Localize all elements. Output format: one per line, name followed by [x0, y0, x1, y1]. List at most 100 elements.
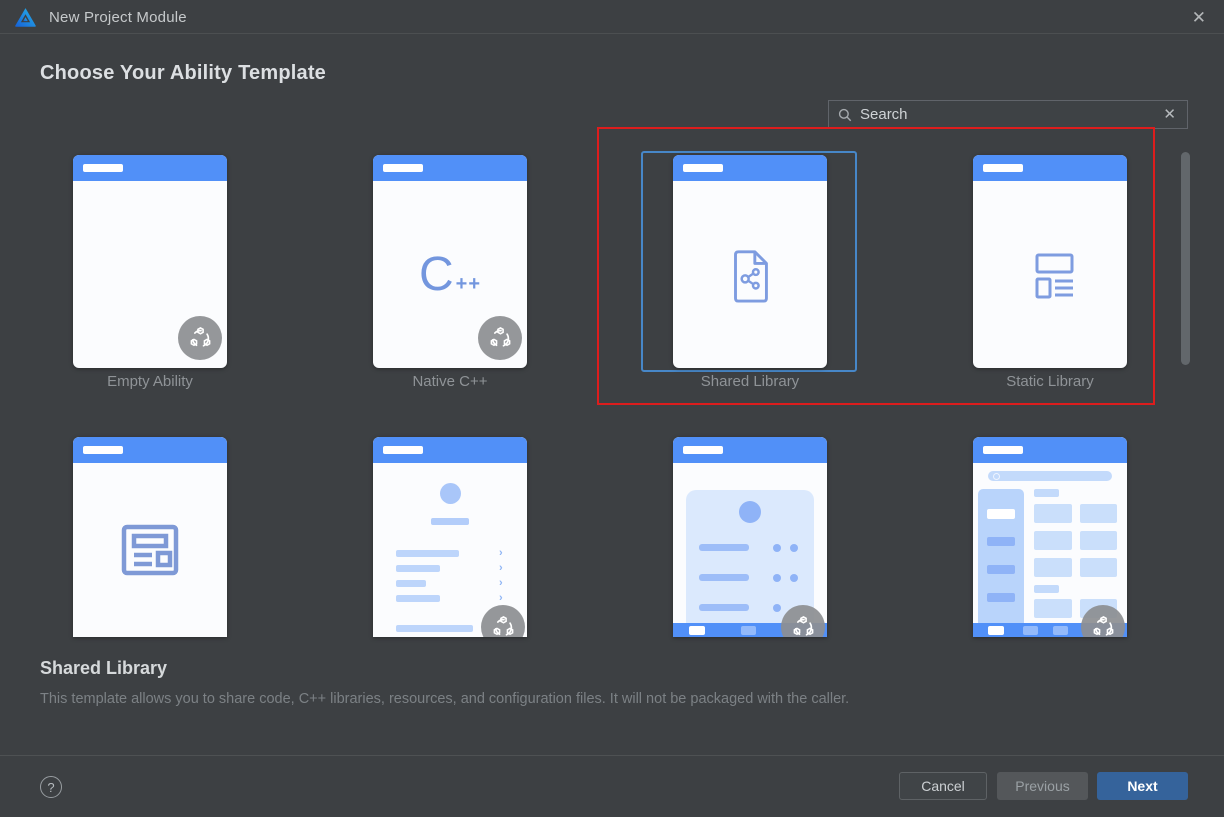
mini-appbar	[73, 155, 227, 181]
wireframe-cell	[1034, 504, 1072, 523]
page-title: Choose Your Ability Template	[40, 62, 327, 84]
mini-appbar-title-pill	[83, 164, 123, 172]
atomic-service-badge-icon	[793, 615, 813, 636]
deveco-studio-logo-icon	[15, 7, 36, 27]
template-label-static-library: Static Library	[1006, 373, 1094, 390]
wireframe-line	[396, 565, 440, 572]
wireframe-cell	[1080, 531, 1117, 550]
cancel-button[interactable]: Cancel	[899, 772, 987, 800]
mini-appbar	[973, 155, 1127, 181]
wireframe-tab	[1023, 626, 1038, 635]
close-icon[interactable]: ✕	[1188, 7, 1210, 28]
wireframe-tab	[741, 626, 756, 635]
search-box: ✕	[828, 100, 1188, 129]
chevron-right-icon: ›	[499, 547, 503, 559]
wireframe-line	[699, 604, 749, 611]
wireframe-dot	[773, 604, 781, 612]
wireframe-avatar	[739, 501, 761, 523]
wireframe-cell	[1034, 531, 1072, 550]
wireframe-line	[699, 574, 749, 581]
atomic-service-badge	[178, 316, 222, 360]
mini-appbar	[373, 155, 527, 181]
wireframe-sidebar-item	[987, 565, 1015, 574]
wireframe-pill	[1034, 489, 1059, 497]
wireframe-magnifier-icon	[993, 473, 1000, 480]
wireframe-dot	[773, 574, 781, 582]
cpp-icon: C++	[418, 248, 482, 301]
atomic-service-badge-icon	[493, 615, 513, 636]
template-card-about-list[interactable]: › › › ›	[373, 437, 527, 637]
template-label-native-cpp: Native C++	[412, 373, 488, 390]
vertical-scrollbar-thumb[interactable]	[1181, 152, 1190, 365]
mini-appbar-title-pill	[383, 164, 423, 172]
mini-appbar	[673, 155, 827, 181]
template-card-shared-library[interactable]	[673, 155, 827, 368]
wireframe-line	[699, 544, 749, 551]
template-label-shared-library: Shared Library	[700, 373, 800, 390]
wireframe-cell	[1080, 504, 1117, 523]
help-icon[interactable]: ?	[40, 776, 62, 798]
mini-appbar	[73, 437, 227, 463]
wireframe-tab	[1053, 626, 1068, 635]
wireframe-sidebar-item	[987, 509, 1015, 519]
wireframe-line	[431, 518, 469, 525]
wireframe-cell	[1080, 558, 1117, 577]
atomic-service-badge	[781, 605, 825, 637]
wireframe-sidebar-item	[987, 593, 1015, 602]
form-widget-icon	[121, 524, 179, 576]
static-library-icon	[1035, 253, 1074, 298]
mini-appbar	[673, 437, 827, 463]
shared-library-icon	[734, 249, 768, 303]
magnifier-icon	[838, 108, 852, 121]
atomic-service-badge-icon	[490, 326, 510, 347]
wireframe-avatar	[440, 483, 461, 504]
wireframe-searchbar	[988, 471, 1112, 481]
selected-template-name: Shared Library	[40, 658, 168, 678]
wireframe-pill	[1034, 585, 1059, 593]
footer-divider	[0, 755, 1224, 756]
mini-appbar	[373, 437, 527, 463]
mini-appbar-title-pill	[383, 446, 423, 454]
mini-appbar-title-pill	[983, 164, 1023, 172]
chevron-right-icon: ›	[499, 577, 503, 589]
search-input[interactable]	[858, 105, 1162, 124]
template-card-form-widget[interactable]	[73, 437, 227, 637]
previous-button[interactable]: Previous	[997, 772, 1088, 800]
template-card-profile-list[interactable]	[673, 437, 827, 637]
card-body	[973, 181, 1127, 368]
mini-appbar-title-pill	[983, 446, 1023, 454]
template-card-native-cpp[interactable]: C++	[373, 155, 527, 368]
search-clear-icon[interactable]: ✕	[1161, 106, 1178, 123]
mini-appbar-title-pill	[683, 164, 723, 172]
wireframe-line	[396, 625, 473, 632]
atomic-service-badge-icon	[190, 326, 210, 347]
next-button[interactable]: Next	[1097, 772, 1188, 800]
chevron-right-icon: ›	[499, 562, 503, 574]
selected-template-description: This template allows you to share code, …	[40, 691, 850, 707]
wireframe-line	[396, 550, 459, 557]
mini-appbar	[973, 437, 1127, 463]
wireframe-cell	[1034, 599, 1072, 618]
window-title: New Project Module	[49, 8, 187, 26]
atomic-service-badge	[1081, 605, 1125, 637]
template-card-static-library[interactable]	[973, 155, 1127, 368]
wireframe-tab	[689, 626, 705, 635]
mini-appbar-title-pill	[683, 446, 723, 454]
template-card-empty-ability[interactable]	[73, 155, 227, 368]
card-body	[73, 463, 227, 637]
template-label-empty-ability: Empty Ability	[107, 373, 193, 390]
wireframe-cell	[1034, 558, 1072, 577]
card-body	[673, 181, 827, 368]
wireframe-sidebar-item	[987, 537, 1015, 546]
template-card-browse-grid[interactable]	[973, 437, 1127, 637]
mini-appbar-title-pill	[83, 446, 123, 454]
atomic-service-badge-icon	[1093, 615, 1113, 636]
wireframe-dot	[790, 574, 798, 582]
atomic-service-badge	[478, 316, 522, 360]
atomic-service-badge	[481, 605, 525, 637]
wireframe-dot	[790, 544, 798, 552]
wireframe-tab	[988, 626, 1004, 635]
wireframe-line	[396, 595, 440, 602]
chevron-right-icon: ›	[499, 592, 503, 604]
wireframe-line	[396, 580, 426, 587]
